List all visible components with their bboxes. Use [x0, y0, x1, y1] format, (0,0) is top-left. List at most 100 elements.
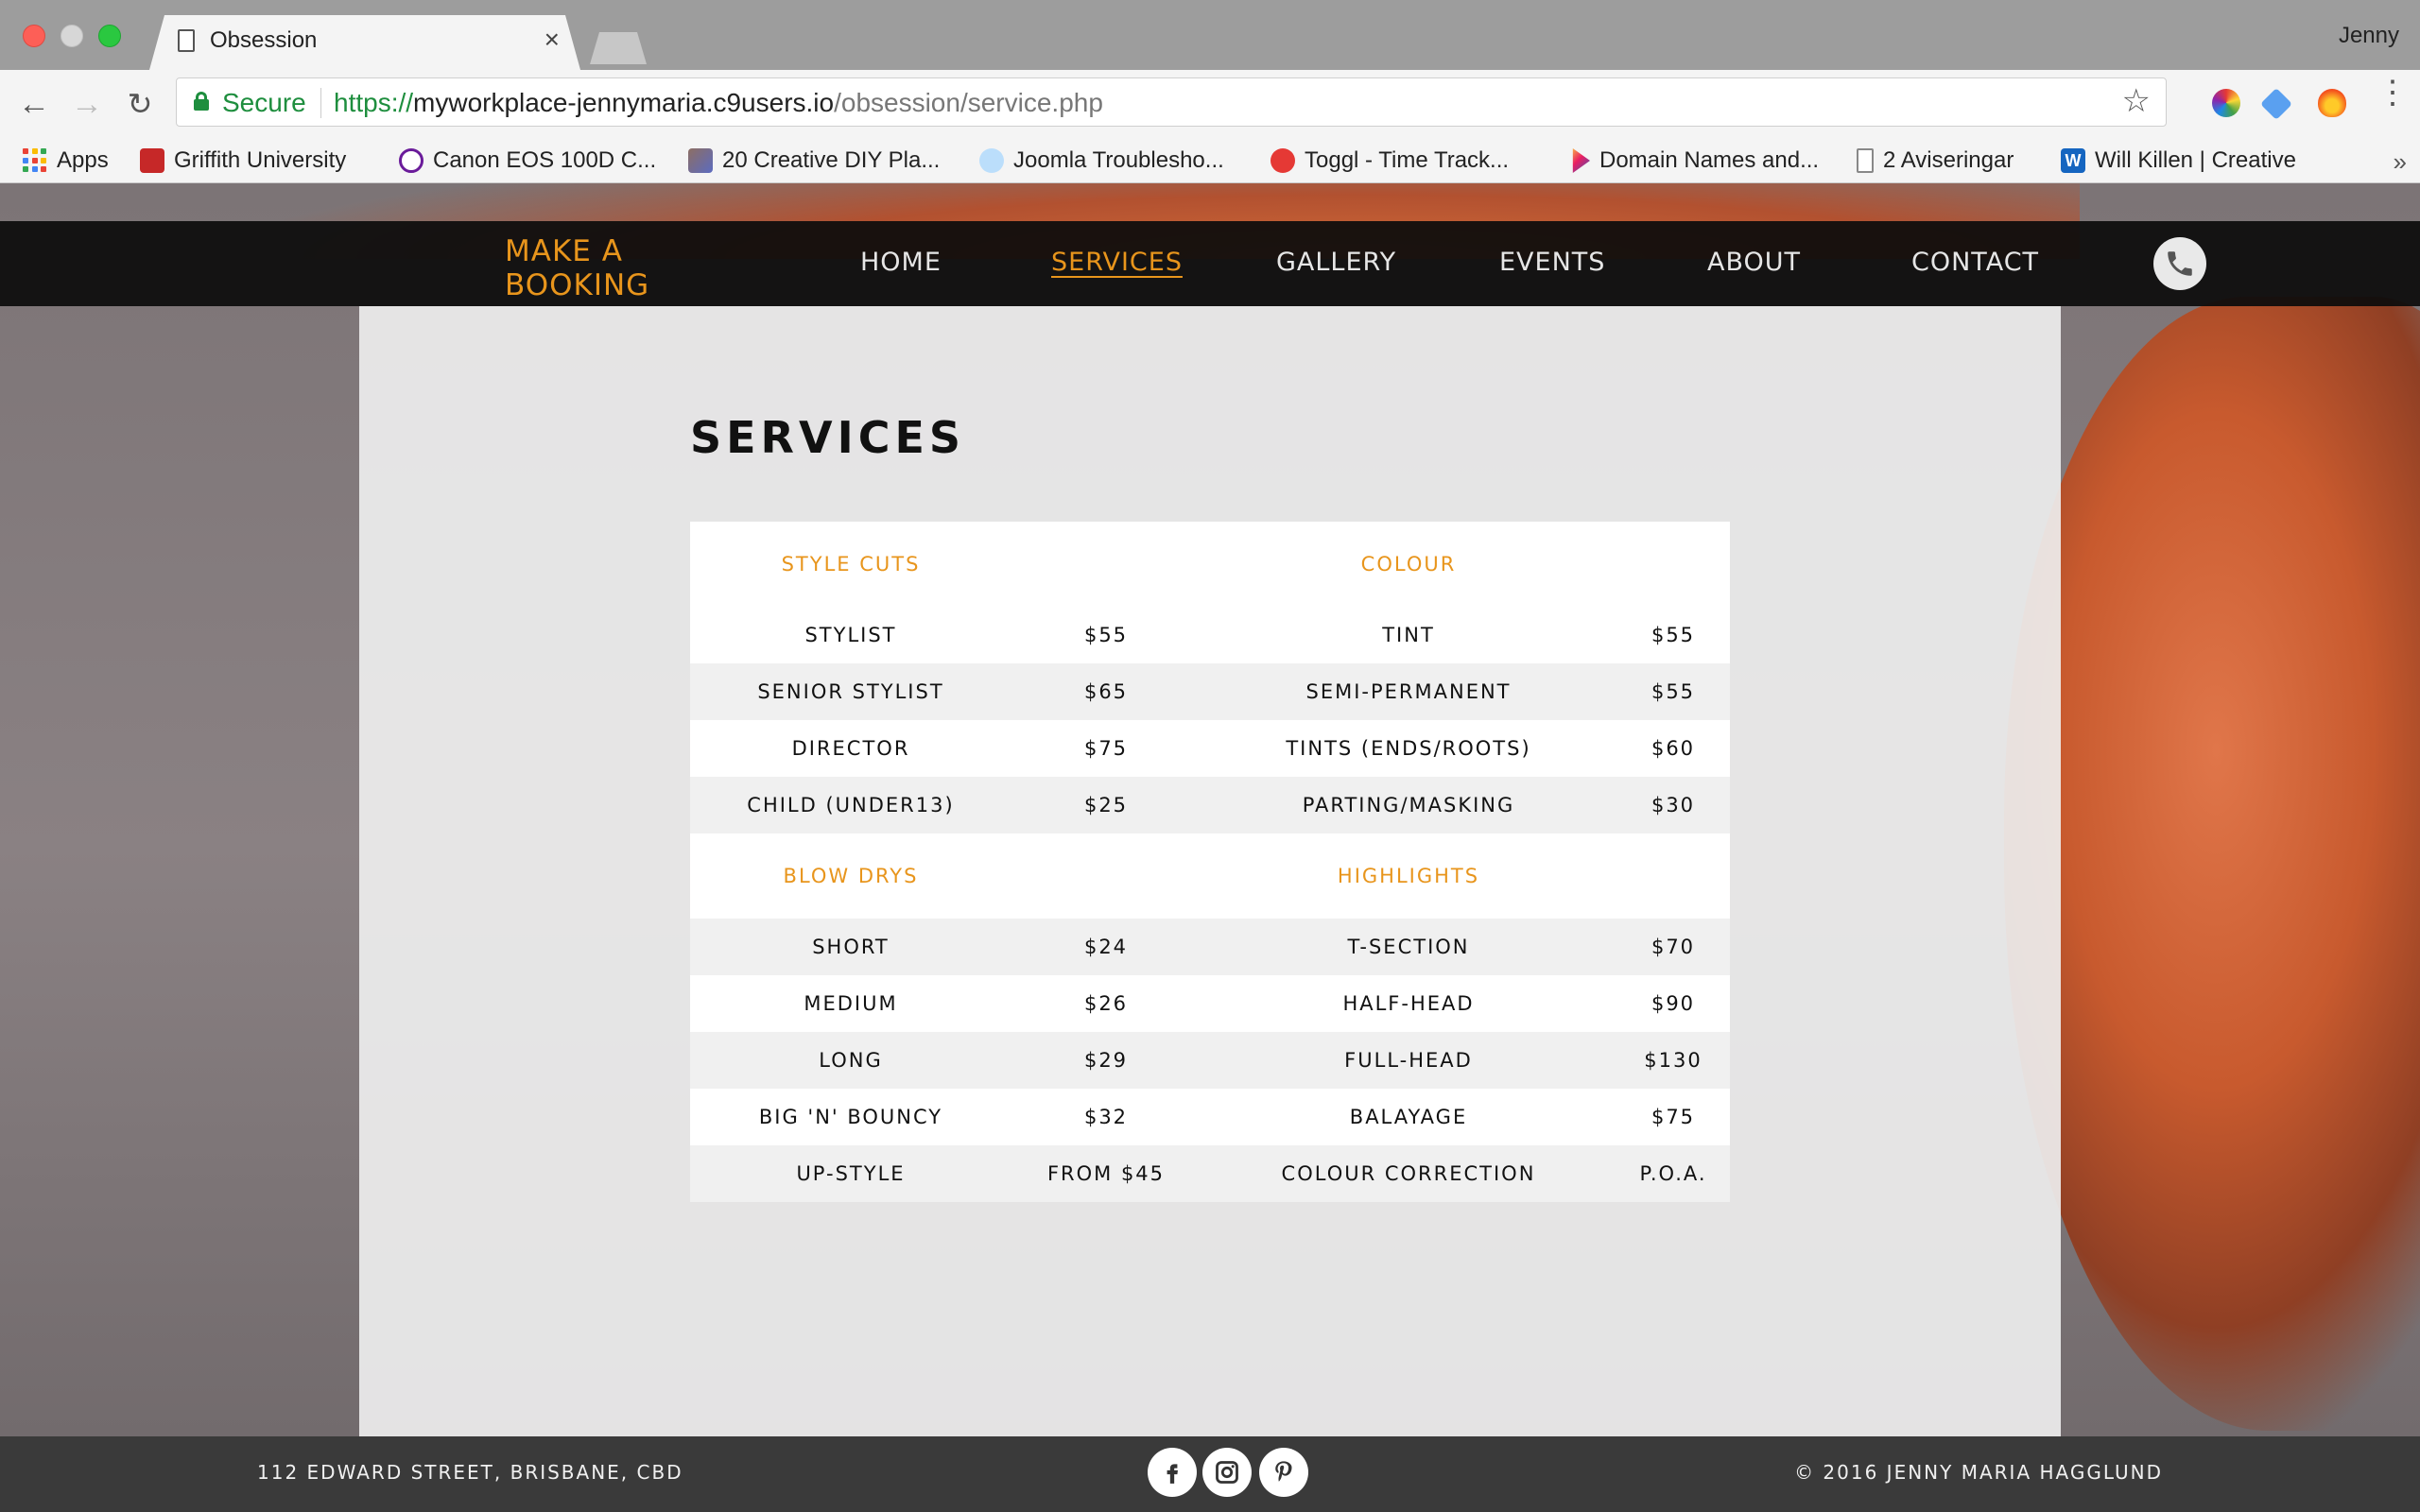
address-bar[interactable]: Secure https://myworkplace-jennymaria.c9…	[176, 77, 2167, 127]
nav-gallery[interactable]: GALLERY	[1276, 248, 1396, 277]
bookmark-label: Griffith University	[174, 147, 347, 173]
bookmark-canon[interactable]: Canon EOS 100D C...	[399, 146, 656, 176]
service-name: TINTS (ENDS/ROOTS)	[1286, 737, 1531, 760]
table-row: DIRECTOR $75 TINTS (ENDS/ROOTS) $60	[690, 720, 1730, 777]
diy-icon	[688, 148, 713, 173]
instagram-link[interactable]	[1202, 1448, 1252, 1497]
back-arrow-icon[interactable]: ←	[13, 83, 55, 125]
facebook-link[interactable]	[1148, 1448, 1197, 1497]
nav-services[interactable]: SERVICES	[1051, 248, 1183, 277]
page-title: SERVICES	[690, 412, 966, 463]
more-bookmarks-icon[interactable]: »	[2394, 147, 2407, 177]
nav-about[interactable]: ABOUT	[1707, 248, 1801, 277]
service-name: COLOUR CORRECTION	[1281, 1162, 1536, 1185]
service-name: BIG 'N' BOUNCY	[758, 1106, 943, 1128]
table-row: UP-STYLE FROM $45 COLOUR CORRECTION P.O.…	[690, 1145, 1730, 1202]
section-header-row: BLOW DRYS HIGHLIGHTS	[690, 833, 1730, 919]
service-price: $75	[1651, 1106, 1696, 1128]
service-name: MEDIUM	[804, 992, 898, 1015]
color-wheel-extension-icon[interactable]	[2212, 89, 2240, 117]
site-navbar: MAKE A BOOKING HOME SERVICES GALLERY EVE…	[0, 221, 2420, 306]
close-window-button[interactable]	[23, 25, 45, 47]
web-page: MAKE A BOOKING HOME SERVICES GALLERY EVE…	[0, 183, 2420, 1512]
browser-tab[interactable]: Obsession ×	[149, 15, 580, 70]
section-heading: HIGHLIGHTS	[1337, 865, 1480, 887]
lock-icon	[194, 92, 209, 111]
pinterest-icon	[1275, 1461, 1292, 1482]
profile-name[interactable]: Jenny	[2339, 23, 2399, 49]
service-name: UP-STYLE	[796, 1162, 906, 1185]
table-row: BIG 'N' BOUNCY $32 BALAYAGE $75	[690, 1089, 1730, 1145]
bookmark-label: Apps	[57, 147, 109, 173]
service-price: $55	[1651, 624, 1696, 646]
tab-close-icon[interactable]: ×	[544, 25, 560, 55]
service-price: $55	[1651, 680, 1696, 703]
bookmark-label: Joomla Troublesho...	[1013, 147, 1224, 173]
service-price: $60	[1651, 737, 1696, 760]
canon-icon	[399, 148, 424, 173]
bookmark-star-icon[interactable]: ☆	[2122, 82, 2151, 120]
toggl-icon	[1270, 148, 1295, 173]
pinterest-link[interactable]	[1259, 1448, 1308, 1497]
bookmark-apps[interactable]: Apps	[23, 146, 109, 176]
bookmark-griffith[interactable]: Griffith University	[140, 146, 346, 176]
maximize-window-button[interactable]	[98, 25, 121, 47]
service-price: P.O.A.	[1639, 1162, 1707, 1185]
will-killen-icon: W	[2061, 148, 2085, 173]
table-row: CHILD (UNDER13) $25 PARTING/MASKING $30	[690, 777, 1730, 833]
url-text[interactable]: https://myworkplace-jennymaria.c9users.i…	[334, 88, 1103, 118]
service-name: FULL-HEAD	[1344, 1049, 1473, 1072]
griffith-icon	[140, 148, 164, 173]
service-price: $29	[1083, 1049, 1129, 1072]
service-name: HALF-HEAD	[1342, 992, 1475, 1015]
nav-contact[interactable]: CONTACT	[1911, 248, 2039, 277]
table-row: MEDIUM $26 HALF-HEAD $90	[690, 975, 1730, 1032]
service-price: $55	[1083, 624, 1129, 646]
service-name: LONG	[819, 1049, 883, 1072]
bookmark-label: 2 Aviseringar	[1883, 147, 2014, 173]
domain-names-icon	[1572, 148, 1590, 173]
footer-address: 112 EDWARD STREET, BRISBANE, CBD	[257, 1461, 683, 1484]
service-name: TINT	[1382, 624, 1435, 646]
service-price: $32	[1083, 1106, 1129, 1128]
minimize-window-button[interactable]	[60, 25, 83, 47]
service-name: SHORT	[812, 936, 890, 958]
footer-copyright: © 2016 JENNY MARIA HAGGLUND	[1794, 1461, 2163, 1484]
section-heading: BLOW DRYS	[783, 865, 919, 887]
bookmark-joomla[interactable]: Joomla Troublesho...	[979, 146, 1224, 176]
forward-arrow-icon[interactable]: →	[66, 83, 108, 125]
bookmark-diy[interactable]: 20 Creative DIY Pla...	[688, 146, 940, 176]
service-price: $25	[1083, 794, 1129, 816]
bookmark-aviseringar[interactable]: 2 Aviseringar	[1857, 146, 2014, 176]
browser-toolbar: ← → ↻ Secure https://myworkplace-jennyma…	[0, 70, 2420, 138]
section-header-row: STYLE CUTS COLOUR	[690, 522, 1730, 607]
service-price: $75	[1083, 737, 1129, 760]
table-row: LONG $29 FULL-HEAD $130	[690, 1032, 1730, 1089]
new-tab-button[interactable]	[590, 32, 647, 64]
bookmarks-bar: Apps Griffith University Canon EOS 100D …	[0, 138, 2420, 183]
bookmark-toggl[interactable]: Toggl - Time Track...	[1270, 146, 1509, 176]
site-footer: 112 EDWARD STREET, BRISBANE, CBD © 2016 …	[0, 1436, 2420, 1512]
make-a-booking-link[interactable]: MAKE A BOOKING	[505, 234, 649, 302]
browser-menu-icon[interactable]: ⋮	[2377, 77, 2409, 109]
instagram-icon	[1216, 1461, 1238, 1484]
service-name: SEMI-PERMANENT	[1305, 680, 1512, 703]
table-row: SHORT $24 T-SECTION $70	[690, 919, 1730, 975]
reload-icon[interactable]: ↻	[119, 83, 161, 125]
phone-icon	[2168, 251, 2192, 276]
table-row: STYLIST $55 TINT $55	[690, 607, 1730, 663]
secure-label: Secure	[222, 88, 306, 117]
fire-extension-icon[interactable]	[2318, 89, 2346, 117]
table-row: SENIOR STYLIST $65 SEMI-PERMANENT $55	[690, 663, 1730, 720]
bookmark-domain-names[interactable]: Domain Names and...	[1565, 146, 1819, 176]
nav-events[interactable]: EVENTS	[1499, 248, 1605, 277]
tab-title: Obsession	[210, 27, 318, 53]
url-host: myworkplace-jennymaria.c9users.io	[413, 88, 835, 117]
phone-button[interactable]	[2153, 237, 2206, 290]
nav-home[interactable]: HOME	[860, 248, 942, 277]
diamond-extension-icon[interactable]	[2260, 88, 2292, 120]
service-price: $65	[1083, 680, 1129, 703]
url-scheme: https://	[334, 88, 414, 117]
bookmark-will-killen[interactable]: W Will Killen | Creative	[2061, 146, 2296, 176]
bookmark-label: Will Killen | Creative	[2095, 147, 2296, 173]
